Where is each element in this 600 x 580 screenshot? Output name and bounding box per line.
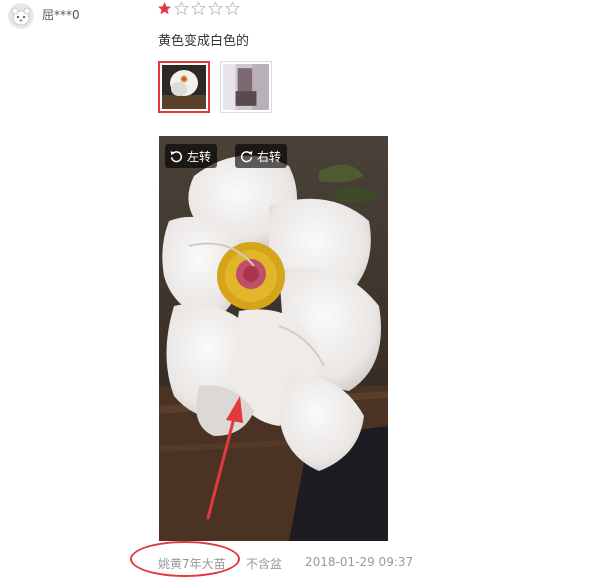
review-date: 2018-01-29 09:37 [305,555,414,569]
star-filled-icon [158,2,171,15]
star-rating [157,1,240,16]
rotate-left-button[interactable]: 左转 [165,144,218,168]
avatar [8,3,34,29]
rotate-left-label: 左转 [187,149,212,164]
annotation-circle [130,541,240,577]
username: 屈***0 [42,8,80,22]
plant-photo-thumbnail [223,64,269,110]
flower-photo [159,136,388,541]
pot-option: 不含盆 [246,557,283,571]
photo-thumbnail-2[interactable] [220,61,272,113]
photo-viewer[interactable]: 左转 右转 [159,136,388,541]
star-empty-icon [225,1,240,16]
rotate-left-icon [170,150,183,162]
star-empty-icon [208,1,223,16]
star-empty-icon [191,1,206,16]
review-text: 黄色变成白色的 [158,34,250,49]
rotate-right-icon [240,150,253,162]
photo-thumbnail-1[interactable] [158,61,210,113]
avatar-icon [8,3,34,29]
flower-photo-thumbnail [162,65,206,109]
star-empty-icon [174,1,189,16]
rotate-right-button[interactable]: 右转 [235,144,288,168]
rotate-right-label: 右转 [257,149,282,164]
